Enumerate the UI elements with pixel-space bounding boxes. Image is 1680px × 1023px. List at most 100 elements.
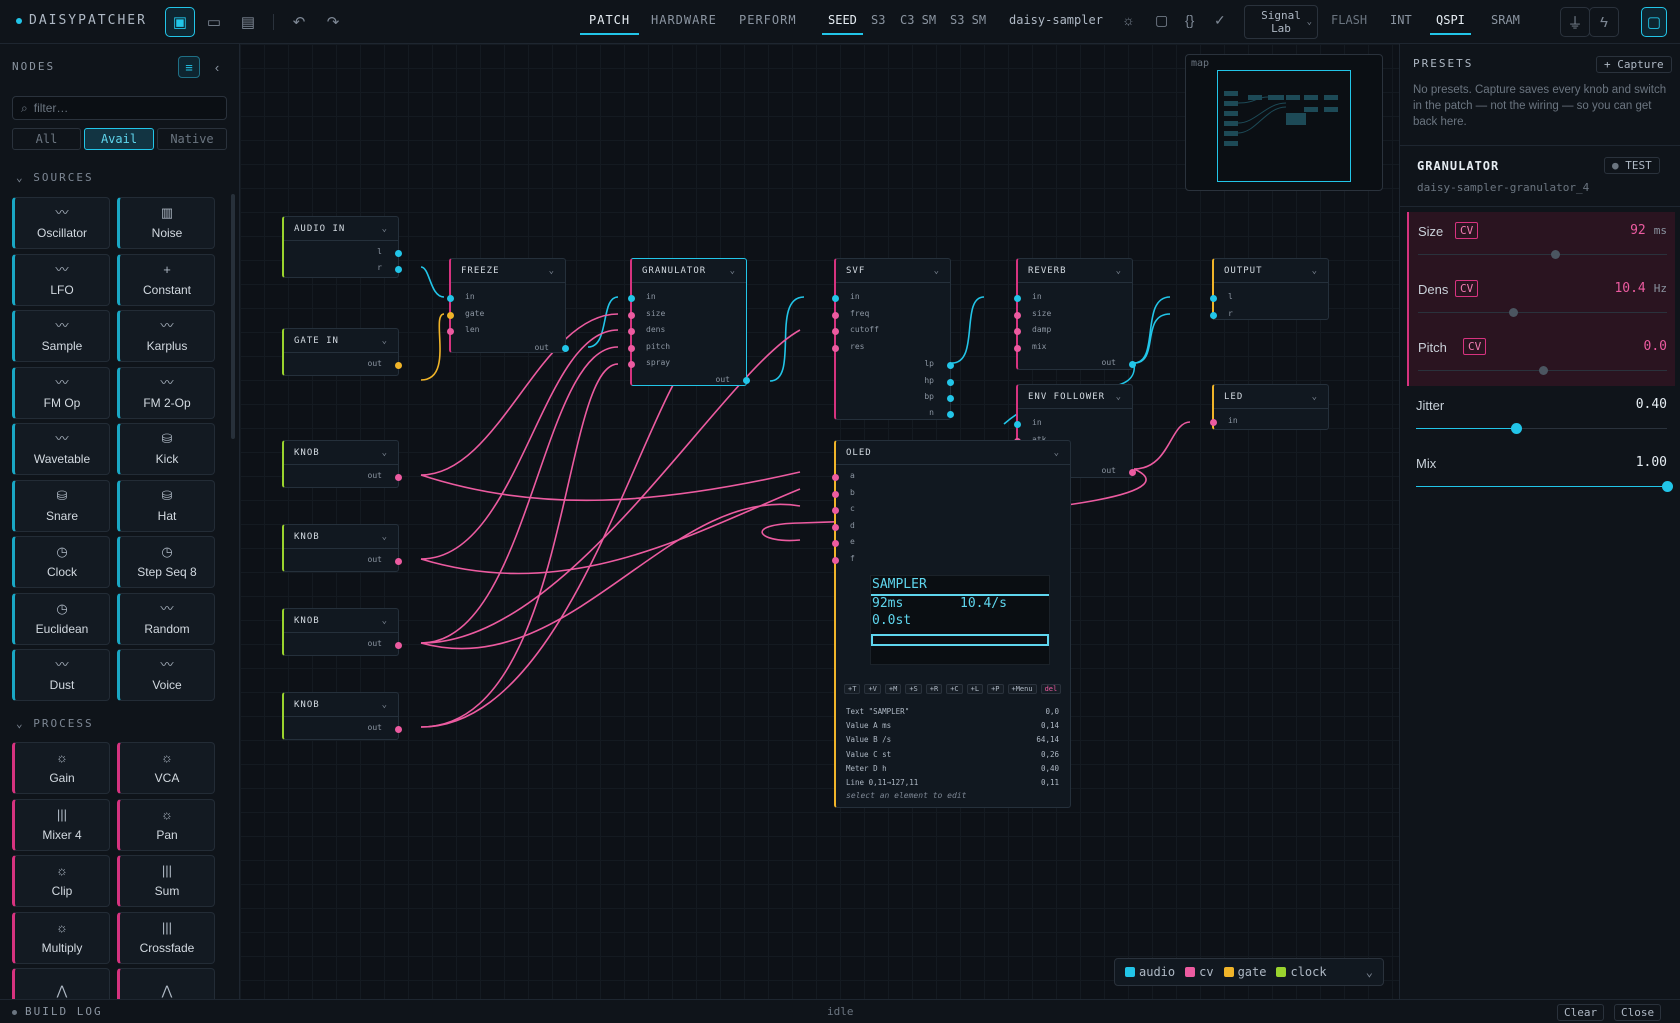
node-header[interactable]: LED ⌄	[1214, 385, 1328, 409]
tab-hardware[interactable]: HARDWARE	[651, 13, 717, 27]
section-process[interactable]: ⌄ PROCESS	[16, 717, 94, 730]
slider-thumb[interactable]	[1662, 481, 1673, 492]
undo-icon[interactable]: ↶	[284, 7, 314, 37]
chevron-down-icon[interactable]: ⌄	[1054, 448, 1060, 458]
node-button[interactable]: 〰 Voice	[117, 649, 215, 701]
node-header[interactable]: KNOB ⌄	[284, 525, 398, 549]
test-button[interactable]: ● TEST	[1604, 157, 1660, 174]
node-oled[interactable]: OLED ⌄ a b c d e f SAMPLER 92ms 10.4/s 0.…	[832, 440, 1071, 808]
oled-tool-button[interactable]: +C	[946, 684, 963, 694]
chevron-down-icon[interactable]: ⌄	[382, 532, 388, 542]
node-header[interactable]: GRANULATOR ⌄	[632, 259, 746, 283]
port-out[interactable]	[395, 642, 402, 649]
node-reverb[interactable]: REVERB ⌄ in size damp mix out	[1014, 258, 1136, 370]
target-seed[interactable]: SEED	[822, 13, 863, 35]
slider-thumb[interactable]	[1550, 250, 1560, 259]
mem-int[interactable]: INT	[1390, 13, 1412, 27]
list-item[interactable]: Text "SAMPLER" 0,0	[844, 707, 1064, 721]
node-audio-in[interactable]: AUDIO IN ⌄ l r	[282, 216, 402, 278]
tab-perform[interactable]: PERFORM	[739, 13, 797, 27]
oled-tool-button[interactable]: +P	[987, 684, 1004, 694]
slider-track[interactable]	[1418, 250, 1667, 259]
node-button[interactable]: 〰 Oscillator	[12, 197, 110, 249]
port-in[interactable]	[832, 557, 839, 564]
node-button[interactable]: 〰 Karplus	[117, 310, 215, 362]
oled-tool-button[interactable]: +L	[966, 684, 984, 694]
project-name[interactable]: daisy-sampler	[1009, 13, 1103, 27]
chevron-down-icon[interactable]: ⌄	[1366, 965, 1373, 979]
slider-thumb[interactable]	[1511, 423, 1523, 434]
oled-tool-button[interactable]: +Menu	[1007, 684, 1037, 694]
mem-qspi[interactable]: QSPI	[1430, 13, 1471, 35]
port-out[interactable]	[395, 558, 402, 565]
mem-sram[interactable]: SRAM	[1491, 13, 1520, 27]
port-out[interactable]	[743, 377, 750, 384]
check-icon[interactable]: ✓	[1214, 12, 1226, 29]
param-jitter[interactable]: Jitter 0.40	[1407, 386, 1675, 444]
collapse-icon[interactable]: ‹	[206, 56, 228, 78]
port-in[interactable]	[832, 295, 839, 302]
node-svf[interactable]: SVF ⌄ in freq cutoff res lp hp bp n	[832, 258, 954, 420]
port-in[interactable]	[1014, 328, 1021, 335]
chevron-down-icon[interactable]: ⌄	[382, 336, 388, 346]
slider-track[interactable]	[1418, 308, 1667, 317]
oled-tool-button[interactable]: +M	[884, 684, 902, 694]
node-button[interactable]: ☼ Gain	[12, 742, 110, 794]
chevron-down-icon[interactable]: ⌄	[934, 266, 940, 276]
list-item[interactable]: Meter D h 0,40	[844, 764, 1064, 778]
port-in[interactable]	[832, 312, 839, 319]
oled-tool-button[interactable]: +R	[925, 684, 943, 694]
param-value[interactable]: 0.0	[1644, 339, 1667, 354]
oled-tool-button[interactable]: +T	[844, 684, 861, 694]
cv-tag[interactable]: CV	[1455, 280, 1479, 297]
chevron-down-icon[interactable]: ⌄	[549, 266, 555, 276]
oled-screen[interactable]: SAMPLER 92ms 10.4/s 0.0st	[870, 575, 1050, 665]
port-in[interactable]	[832, 328, 839, 335]
cv-tag[interactable]: CV	[1455, 222, 1479, 239]
node-header[interactable]: SVF ⌄	[836, 259, 950, 283]
chevron-down-icon[interactable]: ⌄	[382, 616, 388, 626]
node-header[interactable]: KNOB ⌄	[284, 693, 398, 717]
node-button[interactable]: ☼ Clip	[12, 855, 110, 907]
node-knob-4[interactable]: KNOB ⌄ out	[282, 692, 402, 740]
node-button[interactable]: ◷ Clock	[12, 536, 110, 588]
node-button[interactable]: ◷ Step Seq 8	[117, 536, 215, 588]
param-mix[interactable]: Mix 1.00	[1407, 444, 1675, 502]
port-out[interactable]	[947, 395, 954, 402]
node-button[interactable]: ⛁ Hat	[117, 479, 215, 532]
node-button[interactable]: ⋀	[117, 968, 215, 999]
oled-tool-button[interactable]: +V	[864, 684, 881, 694]
slider-thumb[interactable]	[1508, 308, 1518, 317]
port-in[interactable]	[447, 295, 454, 302]
node-button[interactable]: ◷ Euclidean	[12, 592, 110, 645]
port-in[interactable]	[832, 345, 839, 352]
port-in[interactable]	[628, 361, 635, 368]
slider-track[interactable]	[1418, 366, 1667, 375]
node-button[interactable]: 〰 FM Op	[12, 366, 110, 419]
save-icon[interactable]: ▤	[233, 7, 263, 37]
param-pitch[interactable]: Pitch CV 0.0	[1407, 328, 1675, 386]
port-in[interactable]	[1014, 345, 1021, 352]
node-knob-1[interactable]: KNOB ⌄ out	[282, 440, 402, 488]
node-header[interactable]: OLED ⌄	[836, 441, 1070, 465]
node-button[interactable]: ⛁ Kick	[117, 423, 215, 475]
node-button[interactable]: + Constant	[117, 253, 215, 306]
slider-thumb[interactable]	[1538, 366, 1548, 375]
node-button[interactable]: 〰 Random	[117, 592, 215, 645]
node-header[interactable]: ENV FOLLOWER ⌄	[1018, 385, 1132, 409]
port-in[interactable]	[832, 540, 839, 547]
node-output[interactable]: OUTPUT ⌄ l r	[1210, 258, 1329, 320]
node-header[interactable]: OUTPUT ⌄	[1214, 259, 1328, 283]
node-button[interactable]: ||| Sum	[117, 855, 215, 907]
node-button[interactable]: ☼ VCA	[117, 742, 215, 794]
sidebar-scrollbar[interactable]	[231, 194, 235, 439]
port-out[interactable]	[395, 726, 402, 733]
port-out[interactable]	[947, 379, 954, 386]
node-button[interactable]: ☼ Multiply	[12, 911, 110, 964]
cv-tag[interactable]: CV	[1463, 338, 1487, 355]
node-led[interactable]: LED ⌄ in	[1210, 384, 1329, 430]
port-out[interactable]	[947, 411, 954, 418]
port-out[interactable]	[395, 250, 402, 257]
node-button[interactable]: ⛁ Snare	[12, 479, 110, 532]
param-value[interactable]: 0.40	[1636, 397, 1667, 412]
